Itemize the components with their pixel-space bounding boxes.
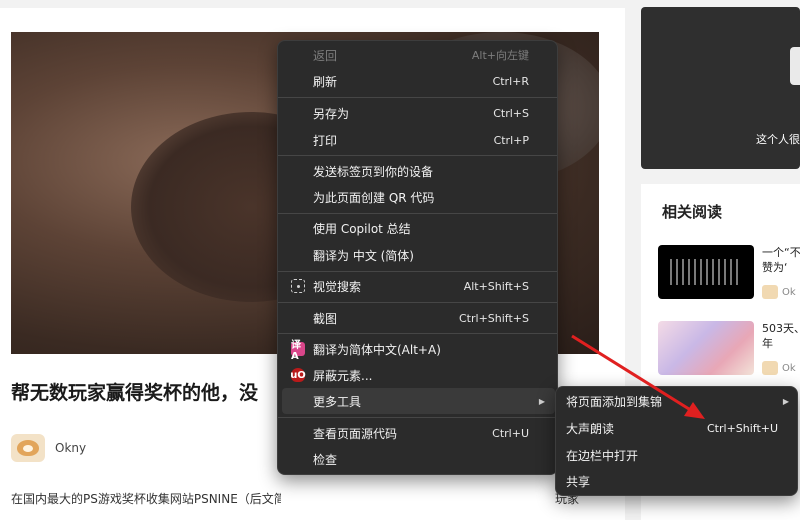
menu-item-screenshot[interactable]: 截图 Ctrl+Shift+S	[282, 305, 555, 331]
article-body-text: 在国内最大的PS游戏奖杯收集网站PSNINE（后文简称P9）上，有着这样一位几乎…	[11, 492, 281, 506]
menu-item-label: 共享	[566, 474, 591, 489]
menu-item-save-as[interactable]: 另存为 Ctrl+S	[282, 100, 555, 126]
menu-item-label: 大声朗读	[566, 421, 615, 436]
article-title[interactable]: 帮无数玩家赢得奖杯的他，没	[11, 378, 281, 405]
translate-extension-icon: 译A	[291, 340, 305, 362]
menu-item-shortcut: Ctrl+S	[493, 106, 529, 120]
profile-bio: 这个人很	[756, 133, 800, 146]
menu-item-shortcut: Ctrl+Shift+U	[707, 421, 779, 435]
menu-item-copilot-summary[interactable]: 使用 Copilot 总结	[282, 215, 555, 241]
related-author-name: Ok	[782, 286, 796, 298]
ublock-icon: uO	[290, 368, 306, 382]
related-author-avatar	[762, 361, 778, 375]
browser-page: 帮无数玩家赢得奖杯的他，没 Okny 在国内最大的PS游戏奖杯收集网站PSNIN…	[0, 0, 800, 520]
related-item-title[interactable]: 一个“不 被赞为‘	[762, 245, 800, 275]
menu-item-label: 视觉搜索	[313, 279, 362, 294]
menu-separator	[278, 333, 557, 334]
menu-item-shortcut: Alt+向左键	[471, 49, 529, 62]
menu-item-translate[interactable]: 翻译为 中文 (简体)	[282, 242, 555, 268]
menu-item-label: 翻译为 中文 (简体)	[313, 248, 414, 263]
menu-item-send-tab[interactable]: 发送标签页到你的设备	[282, 158, 555, 184]
menu-item-qr-code[interactable]: 为此页面创建 QR 代码	[282, 184, 555, 210]
menu-item-back[interactable]: 返回 Alt+向左键	[282, 42, 555, 68]
menu-item-label: 发送标签页到你的设备	[313, 164, 434, 179]
menu-item-label: 翻译为简体中文(Alt+A)	[313, 342, 441, 357]
author-avatar[interactable]	[11, 434, 45, 462]
related-thumbnail[interactable]	[658, 321, 754, 375]
chevron-right-icon: ▶	[538, 396, 545, 406]
menu-item-label: 刷新	[313, 74, 338, 89]
context-menu: 返回 Alt+向左键 刷新 Ctrl+R 另存为 Ctrl+S 打印 Ctrl+…	[277, 40, 558, 475]
menu-separator	[278, 155, 557, 156]
related-thumbnail[interactable]	[658, 245, 754, 299]
chevron-right-icon: ▶	[782, 396, 789, 406]
submenu-item-open-in-sidebar[interactable]: 在边栏中打开	[560, 442, 795, 468]
menu-separator	[278, 271, 557, 272]
menu-item-shortcut: Ctrl+R	[492, 74, 529, 88]
menu-item-print[interactable]: 打印 Ctrl+P	[282, 127, 555, 153]
menu-item-label: 为此页面创建 QR 代码	[313, 190, 435, 205]
author-name[interactable]: Okny	[55, 441, 86, 455]
menu-item-label: 更多工具	[313, 394, 362, 409]
menu-item-label: 在边栏中打开	[566, 448, 639, 463]
menu-item-label: 将页面添加到集锦	[566, 394, 663, 409]
menu-item-label: 另存为	[313, 106, 350, 121]
menu-item-label: 屏蔽元素...	[313, 368, 373, 383]
menu-item-translate-extension[interactable]: 译A 翻译为简体中文(Alt+A)	[282, 336, 555, 362]
menu-item-shortcut: Ctrl+U	[492, 426, 529, 440]
submenu-item-share[interactable]: 共享	[560, 468, 795, 494]
visual-search-icon	[291, 279, 305, 293]
related-author-avatar	[762, 285, 778, 299]
menu-item-view-source[interactable]: 查看页面源代码 Ctrl+U	[282, 420, 555, 446]
menu-item-label: 查看页面源代码	[313, 426, 398, 441]
submenu-item-read-aloud[interactable]: 大声朗读 Ctrl+Shift+U	[560, 415, 795, 441]
related-item-title[interactable]: 503天、 一年	[762, 321, 800, 351]
profile-card: 这个人很	[641, 7, 800, 169]
more-tools-submenu: 将页面添加到集锦 ▶ 大声朗读 Ctrl+Shift+U 在边栏中打开 共享	[555, 386, 798, 496]
article-author[interactable]: Okny	[11, 434, 86, 462]
menu-item-label: 检查	[313, 452, 338, 467]
related-heading: 相关阅读	[662, 203, 723, 221]
menu-separator	[278, 302, 557, 303]
menu-item-visual-search[interactable]: 视觉搜索 Alt+Shift+S	[282, 273, 555, 299]
menu-item-more-tools[interactable]: 更多工具 ▶	[282, 388, 555, 414]
menu-separator	[278, 213, 557, 214]
menu-item-shortcut: Ctrl+Shift+S	[459, 311, 529, 325]
menu-item-shortcut: Alt+Shift+S	[463, 279, 529, 293]
menu-item-label: 截图	[313, 311, 338, 326]
menu-item-label: 使用 Copilot 总结	[313, 221, 411, 236]
menu-item-block-element[interactable]: uO 屏蔽元素...	[282, 362, 555, 388]
menu-item-label: 返回	[313, 48, 338, 63]
related-author-name: Ok	[782, 362, 796, 374]
menu-item-refresh[interactable]: 刷新 Ctrl+R	[282, 68, 555, 94]
menu-item-label: 打印	[313, 133, 338, 148]
menu-item-inspect[interactable]: 检查	[282, 446, 555, 472]
menu-separator	[278, 97, 557, 98]
submenu-item-add-to-collections[interactable]: 将页面添加到集锦 ▶	[560, 388, 795, 414]
profile-scroll-tab[interactable]	[790, 47, 800, 85]
menu-separator	[278, 417, 557, 418]
menu-item-shortcut: Ctrl+P	[493, 133, 529, 147]
